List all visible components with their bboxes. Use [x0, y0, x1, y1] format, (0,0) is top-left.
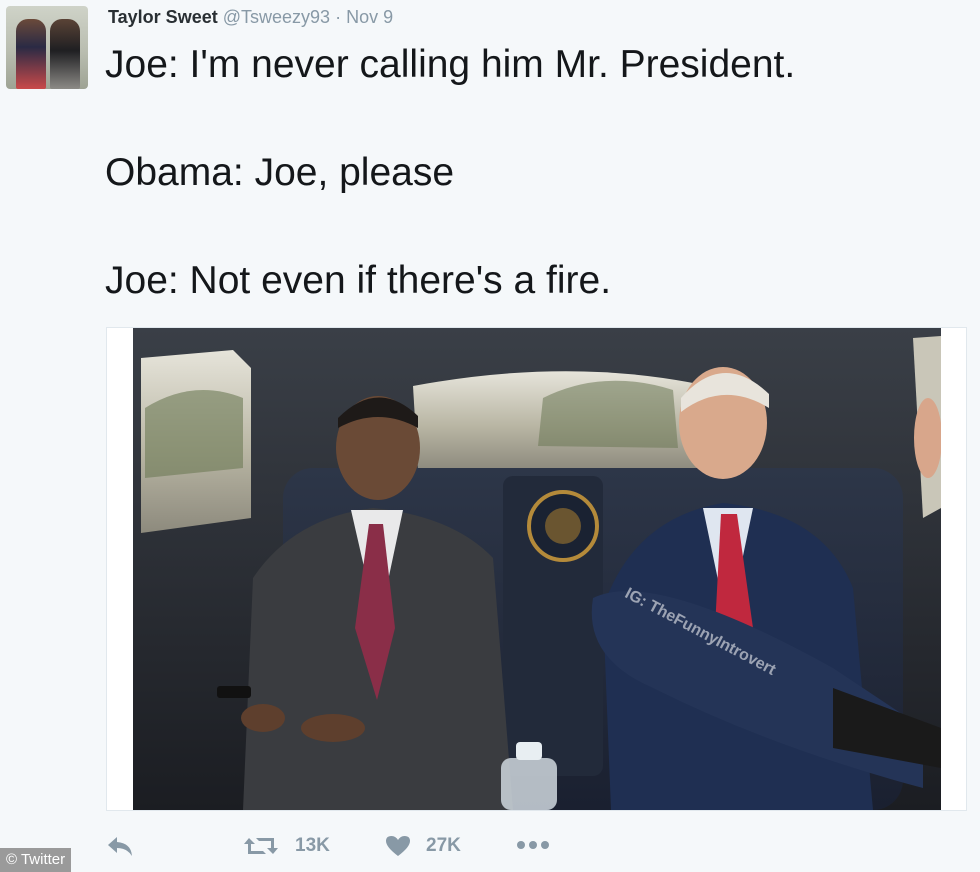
tweet-line: Obama: Joe, please: [105, 151, 455, 194]
avatar[interactable]: [6, 6, 88, 89]
retweet-icon: [243, 834, 279, 858]
tweet-date[interactable]: Nov 9: [346, 7, 393, 27]
tweet-text: Joe: I'm never calling him Mr. President…: [105, 38, 795, 308]
image-credit: © Twitter: [0, 848, 72, 872]
photo-illustration: [133, 328, 941, 810]
more-icon: [516, 838, 550, 852]
retweet-count: 13K: [295, 835, 330, 856]
tweet-line: Joe: Not even if there's a fire.: [105, 259, 612, 302]
tweet-photo[interactable]: [133, 328, 941, 810]
more-button[interactable]: [516, 838, 550, 852]
display-name[interactable]: Taylor Sweet: [108, 7, 218, 27]
like-button[interactable]: 27K: [384, 834, 461, 858]
tweet-actions: 13K 27K: [0, 826, 980, 872]
retweet-button[interactable]: 13K: [243, 834, 330, 858]
reply-button[interactable]: [105, 834, 135, 858]
avatar-figure-right: [50, 19, 80, 89]
separator: ·: [335, 7, 342, 27]
reply-icon: [105, 834, 135, 858]
tweet-line: Joe: I'm never calling him Mr. President…: [105, 43, 796, 86]
heart-icon: [384, 834, 412, 858]
tweet-header: Taylor Sweet @Tsweezy93 · Nov 9: [108, 7, 393, 28]
credit-text: © Twitter: [6, 851, 66, 868]
handle[interactable]: @Tsweezy93: [223, 7, 330, 27]
avatar-figure-left: [16, 19, 46, 89]
like-count: 27K: [426, 835, 461, 856]
